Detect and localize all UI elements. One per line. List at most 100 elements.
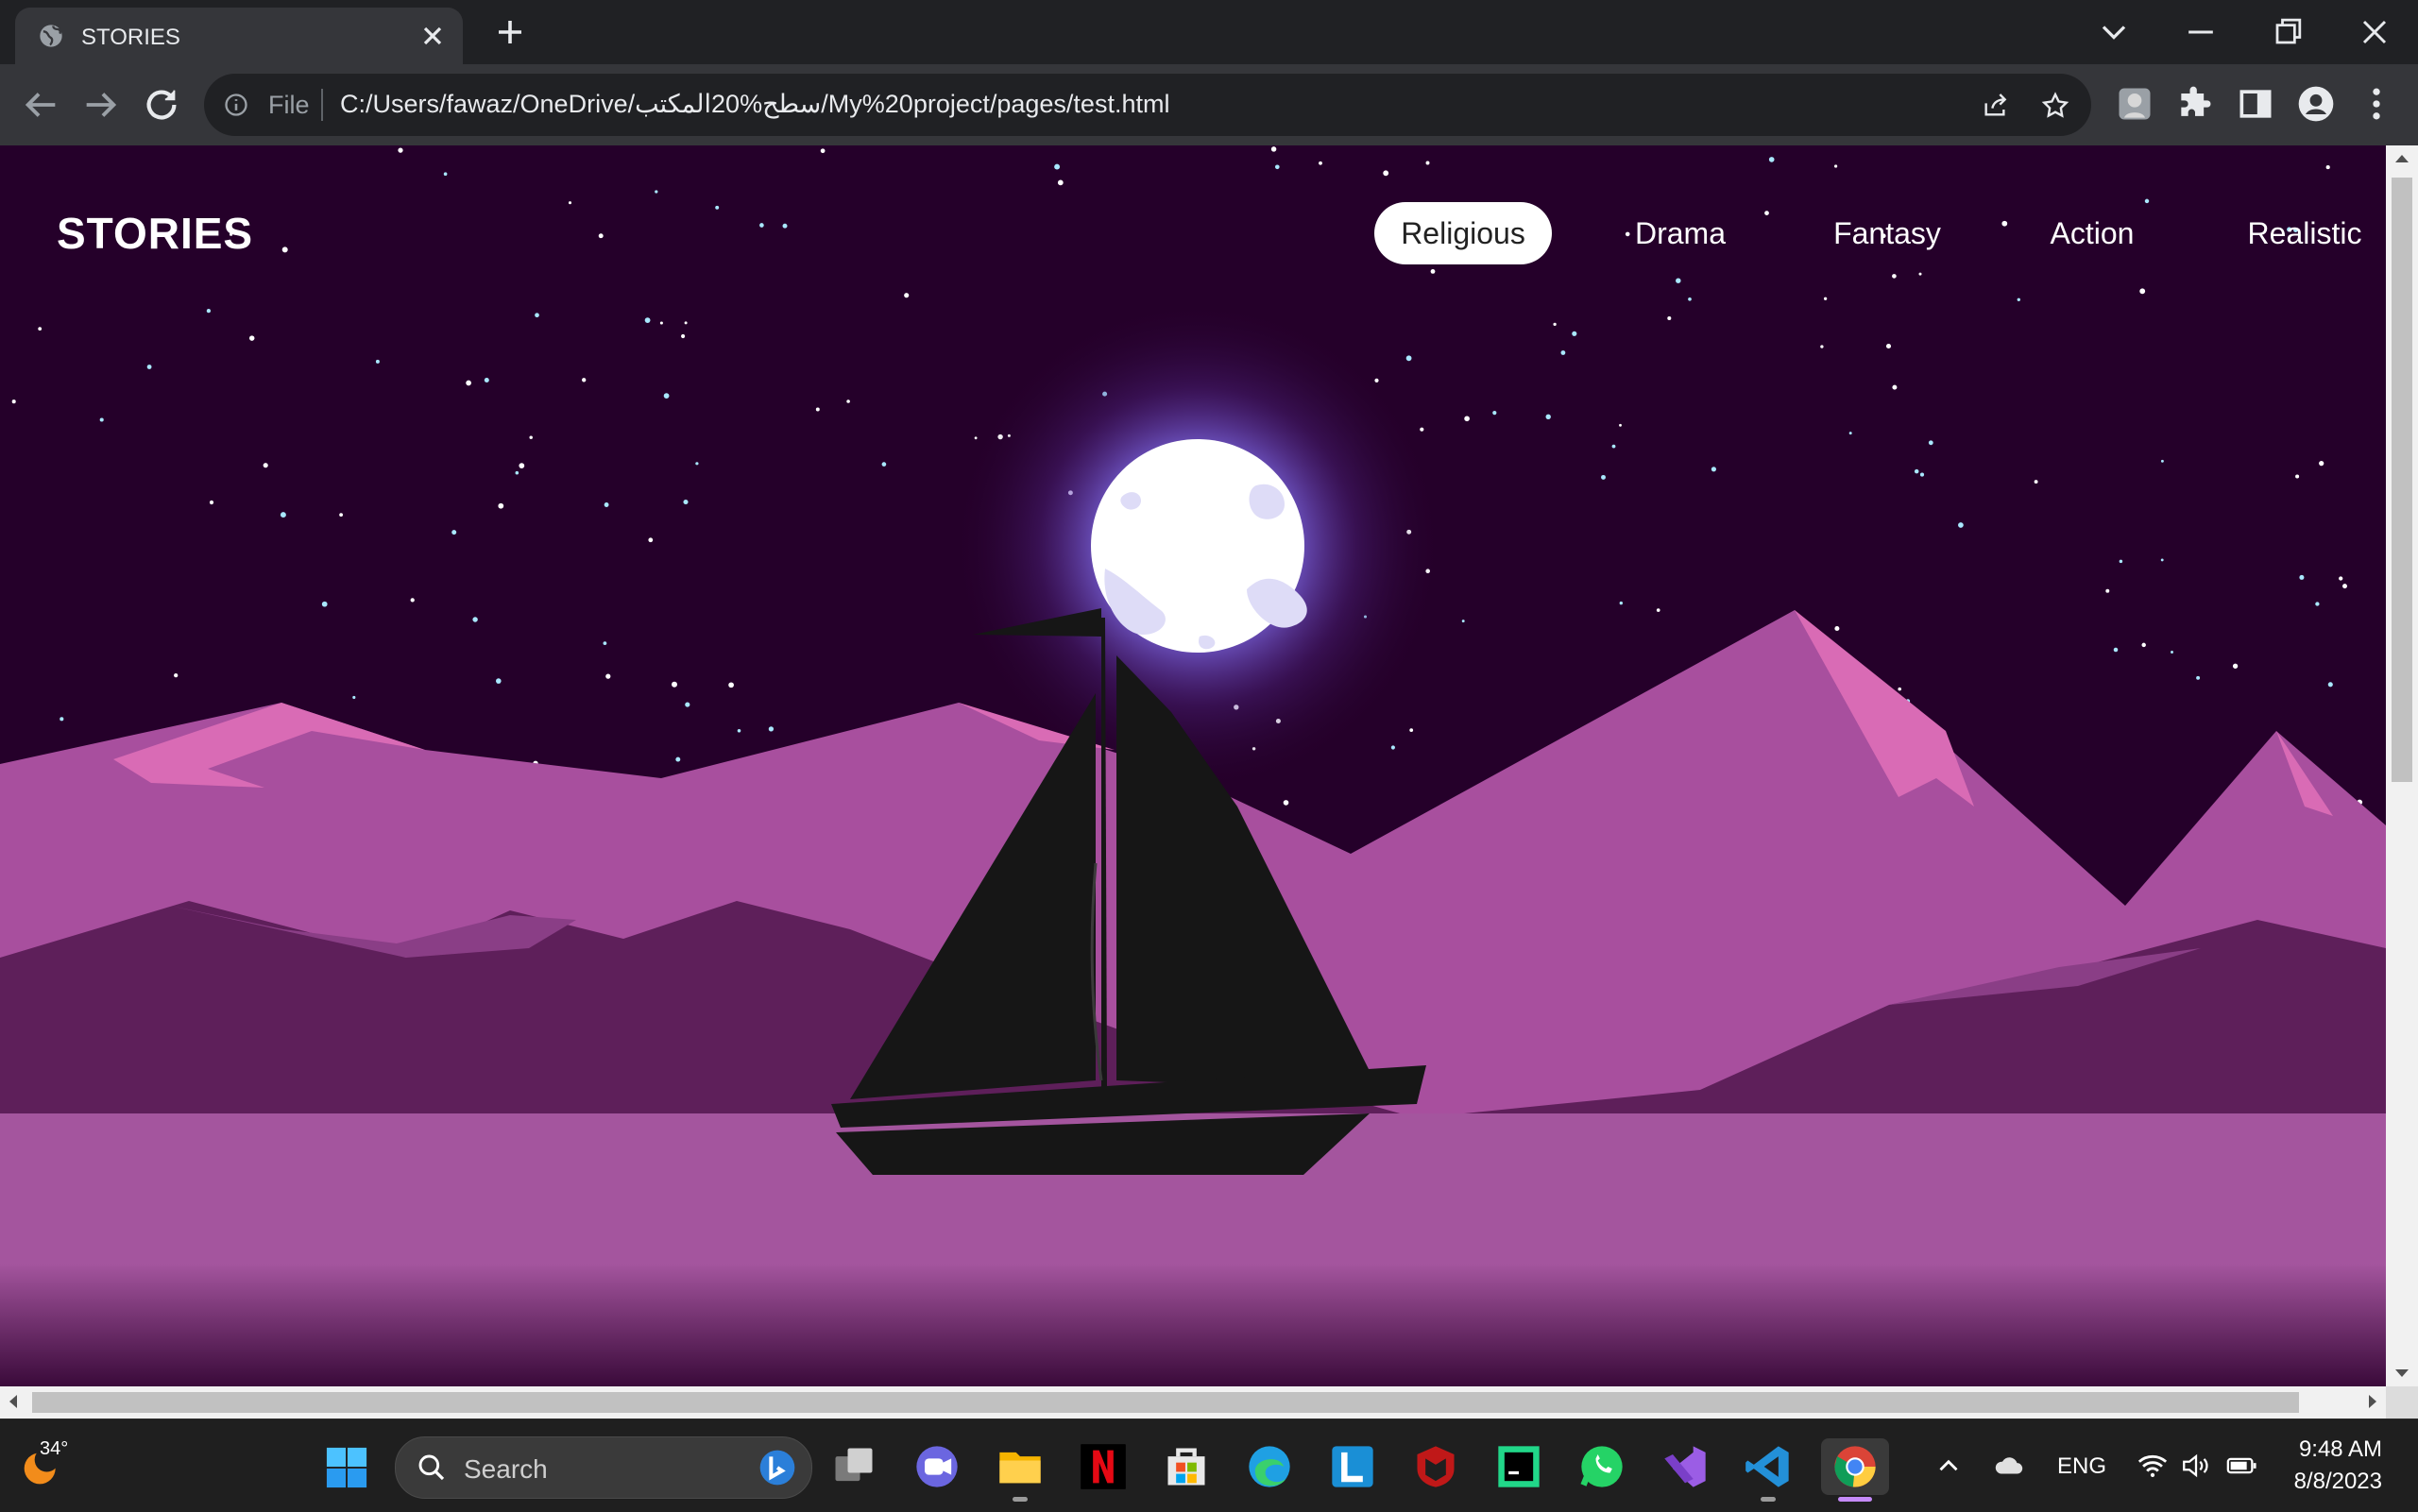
star — [1898, 687, 1901, 691]
scroll-left-arrow-icon[interactable] — [8, 1395, 17, 1408]
star — [782, 223, 788, 229]
nav-link-realistic[interactable]: Realistic — [2229, 202, 2380, 264]
star — [768, 726, 775, 732]
new-tab-icon[interactable] — [493, 15, 527, 49]
forward-arrow-icon[interactable] — [79, 83, 123, 127]
star — [1918, 272, 1922, 276]
star — [663, 393, 670, 399]
star — [605, 673, 611, 679]
pycharm-icon[interactable] — [1494, 1442, 1543, 1491]
extensions-puzzle-icon[interactable] — [2174, 83, 2216, 125]
star — [451, 530, 457, 535]
wifi-icon[interactable] — [2137, 1450, 2169, 1482]
show-hidden-icons-chevron-icon[interactable] — [1933, 1450, 1965, 1482]
nav-link-religious[interactable]: Religious — [1374, 202, 1552, 264]
star — [684, 321, 688, 325]
star — [2319, 460, 2324, 467]
profile-icon[interactable] — [2295, 83, 2337, 125]
share-icon[interactable] — [1980, 91, 2010, 121]
star — [1572, 331, 1577, 336]
visual-studio-icon[interactable] — [1660, 1442, 1710, 1491]
weather-temperature: 34° — [40, 1438, 69, 1459]
nav-link-drama[interactable]: Drama — [1610, 202, 1750, 264]
clock-date[interactable]: 8/8/2023 — [2294, 1469, 2382, 1495]
star — [675, 756, 681, 762]
scroll-down-arrow-icon[interactable] — [2395, 1369, 2409, 1379]
star — [375, 359, 380, 364]
side-panel-icon[interactable] — [2235, 83, 2276, 125]
star — [1848, 432, 1852, 435]
bookmark-star-icon[interactable] — [2040, 91, 2070, 121]
scroll-right-arrow-icon[interactable] — [2369, 1395, 2378, 1408]
star — [99, 417, 104, 422]
browser-tab[interactable]: STORIES — [15, 8, 463, 64]
vertical-scroll-thumb[interactable] — [2392, 178, 2412, 782]
bing-icon[interactable] — [758, 1449, 796, 1487]
star — [2160, 459, 2164, 463]
volume-icon[interactable] — [2180, 1450, 2212, 1482]
onedrive-cloud-icon[interactable] — [1993, 1450, 2025, 1482]
night-sea-scene — [0, 145, 2386, 1386]
star — [484, 377, 489, 383]
star — [2325, 165, 2330, 170]
back-arrow-icon[interactable] — [19, 83, 62, 127]
vs-code-icon[interactable] — [1744, 1442, 1793, 1491]
taskbar-search[interactable]: Search — [395, 1436, 812, 1499]
star — [1420, 427, 1424, 432]
whatsapp-icon[interactable] — [1577, 1442, 1626, 1491]
battery-icon[interactable] — [2225, 1450, 2257, 1482]
scroll-up-arrow-icon[interactable] — [2395, 153, 2409, 162]
site-logo[interactable]: STORIES — [57, 208, 253, 259]
address-bar[interactable]: File C:/Users/fawaz/OneDrive/سطح%20المكت… — [204, 74, 2091, 136]
extension-avatar-icon[interactable] — [2114, 83, 2155, 125]
star — [443, 172, 448, 176]
star — [728, 682, 734, 688]
tab-search-chevron-icon[interactable] — [2093, 11, 2135, 53]
netflix-icon[interactable] — [1079, 1442, 1128, 1491]
l-app-icon[interactable] — [1328, 1442, 1377, 1491]
star — [398, 147, 403, 153]
reload-icon[interactable] — [140, 83, 183, 127]
info-icon[interactable] — [223, 92, 249, 118]
star — [1461, 620, 1465, 623]
task-view-icon[interactable] — [829, 1442, 878, 1491]
file-explorer-icon[interactable] — [996, 1442, 1045, 1491]
menu-kebab-icon[interactable] — [2356, 83, 2397, 125]
horizontal-scroll-thumb[interactable] — [32, 1392, 2299, 1413]
mcafee-icon[interactable] — [1411, 1442, 1460, 1491]
star — [1405, 355, 1412, 362]
star — [248, 335, 255, 341]
star — [683, 499, 689, 505]
star — [737, 729, 741, 733]
chrome-taskbar-button[interactable] — [1821, 1438, 1889, 1495]
teams-chat-icon[interactable] — [912, 1442, 962, 1491]
star — [672, 681, 677, 688]
star — [1667, 315, 1672, 321]
star — [2315, 602, 2320, 606]
nav-link-fantasy[interactable]: Fantasy — [1815, 202, 1959, 264]
close-window-icon[interactable] — [2354, 11, 2395, 53]
star — [352, 695, 356, 700]
browser-toolbar: File C:/Users/fawaz/OneDrive/سطح%20المكت… — [0, 64, 2418, 145]
minimize-icon[interactable] — [2180, 11, 2222, 53]
address-url[interactable]: C:/Users/fawaz/OneDrive/سطح%20المكتب/My%… — [340, 90, 1169, 119]
clock-time[interactable]: 9:48 AM — [2299, 1436, 2382, 1463]
microsoft-store-icon[interactable] — [1162, 1442, 1211, 1491]
horizontal-scrollbar[interactable] — [0, 1386, 2386, 1419]
browser-titlebar: STORIES — [0, 0, 2418, 64]
language-indicator[interactable]: ENG — [2057, 1453, 2106, 1480]
star — [2327, 682, 2333, 688]
windows-start-icon[interactable] — [325, 1446, 368, 1489]
star — [515, 470, 519, 475]
star — [1833, 164, 1838, 168]
star — [2113, 647, 2119, 653]
nav-link-action[interactable]: Action — [2021, 202, 2163, 264]
star — [174, 672, 179, 678]
vertical-scrollbar[interactable] — [2386, 145, 2418, 1386]
star — [568, 201, 572, 205]
close-tab-icon[interactable] — [417, 21, 448, 51]
tab-title: STORIES — [81, 25, 180, 50]
star — [881, 462, 887, 467]
restore-icon[interactable] — [2267, 11, 2308, 53]
edge-icon[interactable] — [1245, 1442, 1294, 1491]
